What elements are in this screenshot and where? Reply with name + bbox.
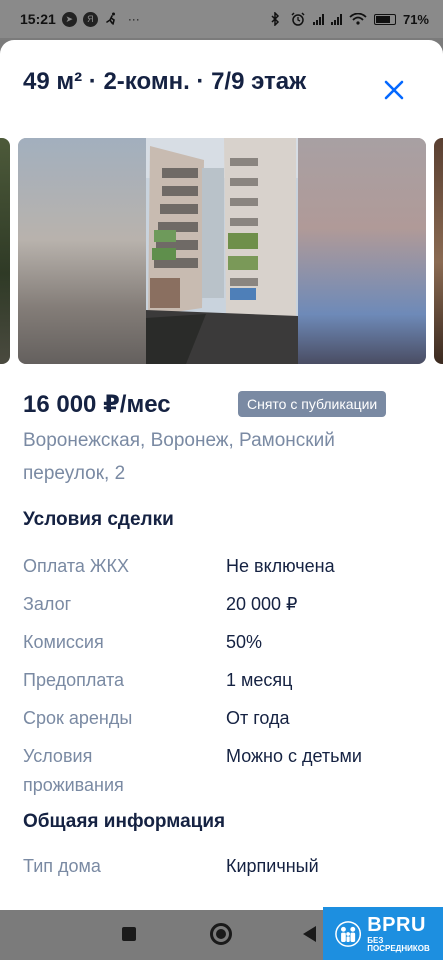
listing-sheet: 49 м² · 2-комн. · 7/9 этаж 16 000 ₽/мес … <box>0 40 443 910</box>
listing-title: 49 м² · 2-комн. · 7/9 этаж <box>23 68 307 95</box>
photo-gallery[interactable] <box>0 138 443 364</box>
close-icon <box>384 80 404 100</box>
watermark-logo: BPRU БЕЗ ПОСРЕДНИКОВ <box>323 907 443 960</box>
bluetooth-icon <box>267 11 283 27</box>
status-left: 15:21 ➤ Я ··· <box>20 11 142 27</box>
wifi-icon <box>349 13 367 25</box>
row-value: 1 месяц <box>226 670 293 690</box>
yandex-icon: Я <box>82 11 98 27</box>
row-label: Срок аренды <box>23 708 133 728</box>
close-button[interactable] <box>378 74 410 106</box>
status-time: 15:21 <box>20 11 56 27</box>
watermark-text: BPRU БЕЗ ПОСРЕДНИКОВ <box>367 915 443 953</box>
row-value: Кирпичный <box>226 856 319 876</box>
row-label: Оплата ЖКХ <box>23 556 130 576</box>
photo-blur-right <box>298 138 426 364</box>
more-notifications-icon: ··· <box>127 12 140 26</box>
main-photo[interactable] <box>18 138 426 364</box>
listing-address: Воронежская, Воронеж, Рамонский переулок… <box>23 430 335 484</box>
watermark-brand: BPRU <box>367 913 426 936</box>
status-right: 71% <box>267 11 429 27</box>
listing-price: 16 000 ₽/мес <box>23 391 171 418</box>
deal-terms-title: Условия сделки <box>23 509 174 530</box>
row-label: Тип дома <box>23 856 101 876</box>
back-button[interactable] <box>303 926 316 942</box>
row-value: От года <box>226 708 290 728</box>
signal-icon <box>312 13 324 25</box>
telegram-icon: ➤ <box>61 11 77 27</box>
watermark-subtitle: БЕЗ ПОСРЕДНИКОВ <box>367 935 430 953</box>
previous-photo[interactable] <box>0 138 10 364</box>
row-label: Условия проживания <box>23 746 124 795</box>
family-icon <box>335 920 362 947</box>
row-label: Предоплата <box>23 670 124 690</box>
battery-icon <box>373 13 396 25</box>
home-button[interactable] <box>210 923 232 945</box>
signal-icon <box>330 13 342 25</box>
row-value: Можно с детьми <box>226 746 362 766</box>
battery-percent: 71% <box>402 11 429 27</box>
general-info-title: Общаяя информация <box>23 811 226 832</box>
running-icon <box>104 11 120 27</box>
recent-apps-button[interactable] <box>122 927 136 941</box>
row-value: 20 000 ₽ <box>226 594 298 614</box>
next-photo[interactable] <box>434 138 443 364</box>
status-bar: 15:21 ➤ Я ··· 71% <box>0 0 443 38</box>
alarm-icon <box>290 11 306 27</box>
row-value: 50% <box>226 632 263 652</box>
status-badge: Снято с публикации <box>238 391 387 417</box>
building-image <box>146 138 298 364</box>
row-label: Залог <box>23 594 72 614</box>
photo-blur-left <box>18 138 146 364</box>
row-value: Не включена <box>226 556 335 576</box>
row-label: Комиссия <box>23 632 104 652</box>
